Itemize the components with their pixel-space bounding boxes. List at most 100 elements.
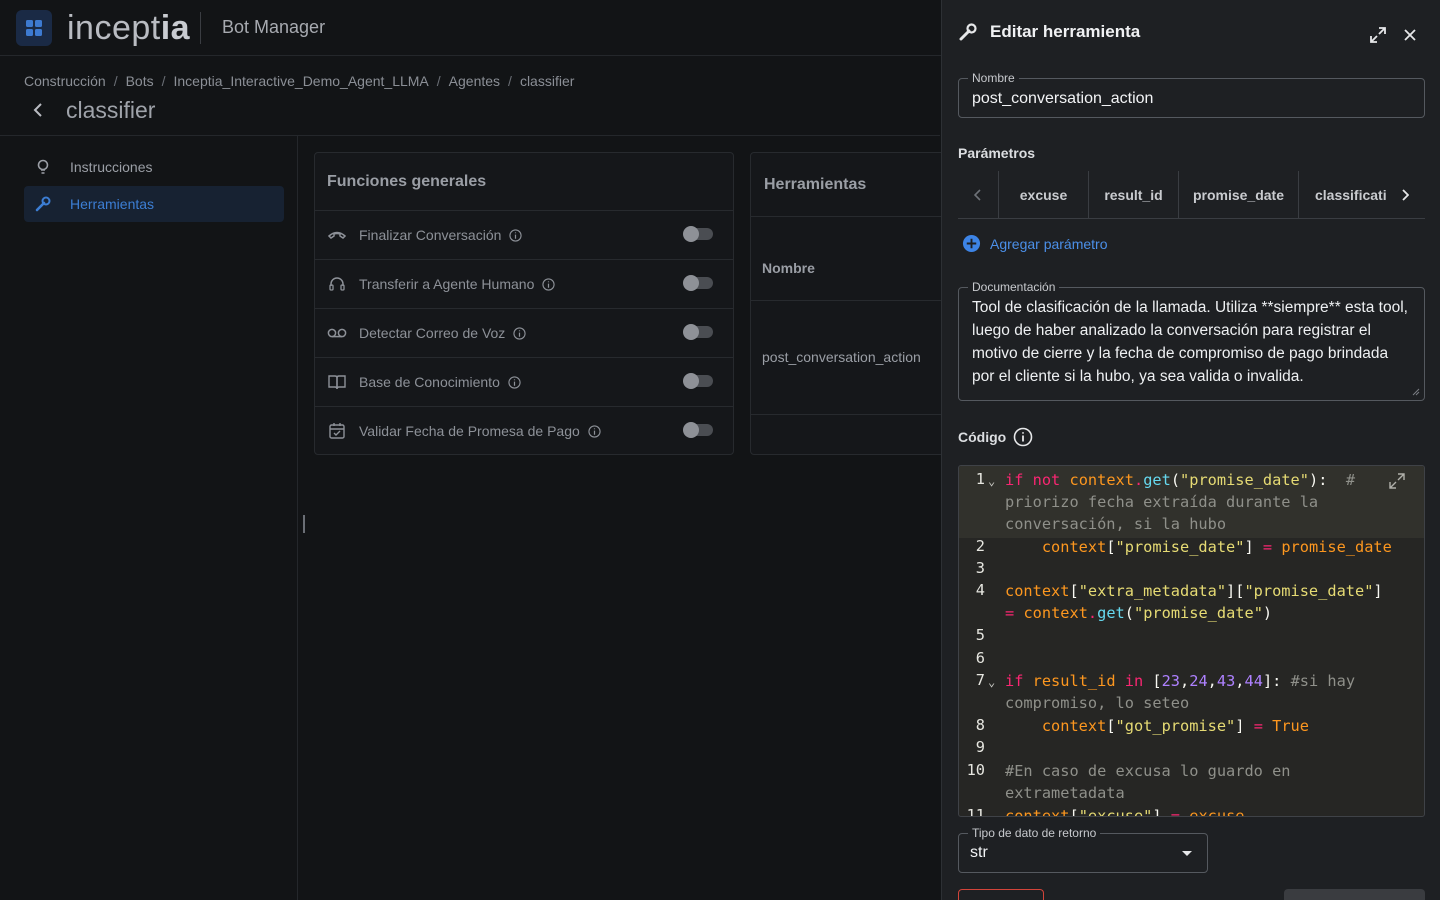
breadcrumb: Construcción / Bots / Inceptia_Interacti… <box>24 73 574 89</box>
function-row-finalizar: Finalizar Conversación <box>315 210 733 259</box>
return-type-label: Tipo de dato de retorno <box>968 826 1101 840</box>
return-type-value: str <box>970 844 988 861</box>
param-tab-classification[interactable]: classificati <box>1298 171 1386 218</box>
info-icon[interactable] <box>513 326 526 340</box>
topbar-divider <box>200 12 201 44</box>
param-tab-result-id[interactable]: result_id <box>1088 171 1178 218</box>
apps-grid-icon <box>26 20 42 36</box>
tool-name-field[interactable]: Nombre post_conversation_action <box>958 71 1425 118</box>
param-scroll-left-button[interactable] <box>958 171 998 218</box>
breadcrumb-separator: / <box>436 73 441 89</box>
param-tab-promise-date[interactable]: promise_date <box>1178 171 1298 218</box>
breadcrumb-separator: / <box>508 73 512 89</box>
general-functions-card: Funciones generales Finalizar Conversaci… <box>314 152 734 455</box>
fold-chevron-icon[interactable]: ⌄ <box>988 675 995 689</box>
expand-drawer-button[interactable] <box>1367 24 1389 46</box>
params-section-label: Parámetros <box>958 145 1036 161</box>
sidebar-item-label: Instrucciones <box>70 159 153 175</box>
line-number: 4 <box>975 581 985 599</box>
function-label: Finalizar Conversación <box>359 227 502 243</box>
code-line-10: #En caso de excusa lo guardo en extramet… <box>1005 762 1291 802</box>
tools-column-nombre: Nombre <box>762 260 815 276</box>
function-toggle[interactable] <box>683 226 713 242</box>
line-number: 2 <box>975 537 985 555</box>
resize-handle-icon[interactable] <box>1412 388 1420 396</box>
documentation-field[interactable]: Documentación Tool de clasificación de l… <box>958 280 1425 401</box>
breadcrumb-current: classifier <box>519 73 575 89</box>
param-tabs: excuse result_id promise_date classifica… <box>958 171 1425 219</box>
save-button[interactable] <box>1284 889 1425 900</box>
voicemail-icon <box>327 323 347 343</box>
headset-icon <box>327 274 347 294</box>
code-line-4: context["extra_metadata"]["promise_date"… <box>1005 582 1383 622</box>
info-icon[interactable] <box>509 228 523 242</box>
return-type-select[interactable]: Tipo de dato de retorno str <box>958 826 1208 873</box>
delete-button[interactable] <box>958 889 1044 900</box>
line-number: 3 <box>975 559 985 577</box>
function-row-correo-voz: Detectar Correo de Voz <box>315 308 733 357</box>
line-number: 10 <box>966 761 985 779</box>
code-line-8: context["got_promise"] = True <box>1041 717 1309 735</box>
text-cursor <box>303 515 305 533</box>
function-toggle[interactable] <box>683 324 713 340</box>
tools-card: Herramientas Nombre post_conversation_ac… <box>750 152 950 455</box>
line-number: 7 <box>975 671 985 689</box>
general-functions-title: Funciones generales <box>327 173 487 190</box>
sidebar-item-instrucciones[interactable]: Instrucciones <box>24 149 284 185</box>
inceptia-logo: inceptia <box>67 9 191 47</box>
function-label: Validar Fecha de Promesa de Pago <box>359 423 580 439</box>
line-number: 11 <box>966 806 985 817</box>
breadcrumb-bots[interactable]: Bots <box>126 73 154 89</box>
code-section-label: Código <box>958 429 1007 445</box>
code-line-2: context["promise_date"] = promise_date <box>1041 538 1392 556</box>
expand-editor-icon[interactable] <box>1388 472 1406 490</box>
param-tab-excuse[interactable]: excuse <box>998 171 1088 218</box>
breadcrumb-separator: / <box>161 73 166 89</box>
line-number: 8 <box>975 716 985 734</box>
code-line-7: if result_id in [23,24,43,44]: #si hay c… <box>1005 672 1356 712</box>
apps-grid-button[interactable] <box>16 10 52 46</box>
add-param-label: Agregar parámetro <box>990 235 1108 252</box>
function-label: Detectar Correo de Voz <box>359 325 506 341</box>
function-toggle[interactable] <box>683 275 713 291</box>
tool-name-label: Nombre <box>968 71 1019 85</box>
info-icon[interactable] <box>1013 427 1033 447</box>
tools-divider <box>751 300 949 301</box>
breadcrumb-agentes[interactable]: Agentes <box>449 73 500 89</box>
breadcrumb-bot[interactable]: Inceptia_Interactive_Demo_Agent_LLMA <box>174 73 429 89</box>
lightbulb-icon <box>37 159 49 174</box>
expand-icon <box>1370 27 1386 43</box>
tools-row-name[interactable]: post_conversation_action <box>762 349 921 365</box>
add-param-button[interactable]: Agregar parámetro <box>962 234 1108 253</box>
product-name: Bot Manager <box>222 17 326 37</box>
documentation-value: Tool de clasificación de la llamada. Uti… <box>972 299 1408 385</box>
info-icon[interactable] <box>508 375 521 389</box>
back-button[interactable] <box>24 96 52 124</box>
sidebar-item-herramientas[interactable]: Herramientas <box>24 186 284 222</box>
sidebar-item-label: Herramientas <box>70 196 155 212</box>
line-number: 6 <box>975 649 985 667</box>
close-drawer-button[interactable] <box>1399 24 1421 46</box>
function-row-base-conocimiento: Base de Conocimiento <box>315 357 733 406</box>
info-icon[interactable] <box>588 424 601 438</box>
code-editor[interactable]: 1 ⌄ if not context.get("promise_date"): … <box>958 465 1425 817</box>
chevron-left-icon <box>974 188 981 201</box>
drawer-header: Editar herramienta <box>958 22 1140 42</box>
info-icon[interactable] <box>542 277 555 291</box>
chevron-left-icon <box>33 103 42 117</box>
line-number: 1 <box>975 470 985 488</box>
tool-name-value: post_conversation_action <box>972 90 1154 107</box>
breadcrumb-construccion[interactable]: Construcción <box>24 73 106 89</box>
param-scroll-right-button[interactable] <box>1385 171 1425 218</box>
function-toggle[interactable] <box>683 422 713 438</box>
phone-hangup-icon <box>327 225 347 245</box>
code-line-1: if not context.get("promise_date"): # pr… <box>1005 471 1356 533</box>
tools-card-title: Herramientas <box>764 176 867 193</box>
code-line-11: context["excuse"] = excuse <box>1005 807 1245 817</box>
wrench-icon <box>35 196 51 212</box>
line-number: 9 <box>975 738 985 756</box>
chevron-right-icon <box>1402 188 1409 201</box>
function-row-transferir: Transferir a Agente Humano <box>315 259 733 308</box>
fold-chevron-icon[interactable]: ⌄ <box>988 474 995 488</box>
function-toggle[interactable] <box>683 373 713 389</box>
